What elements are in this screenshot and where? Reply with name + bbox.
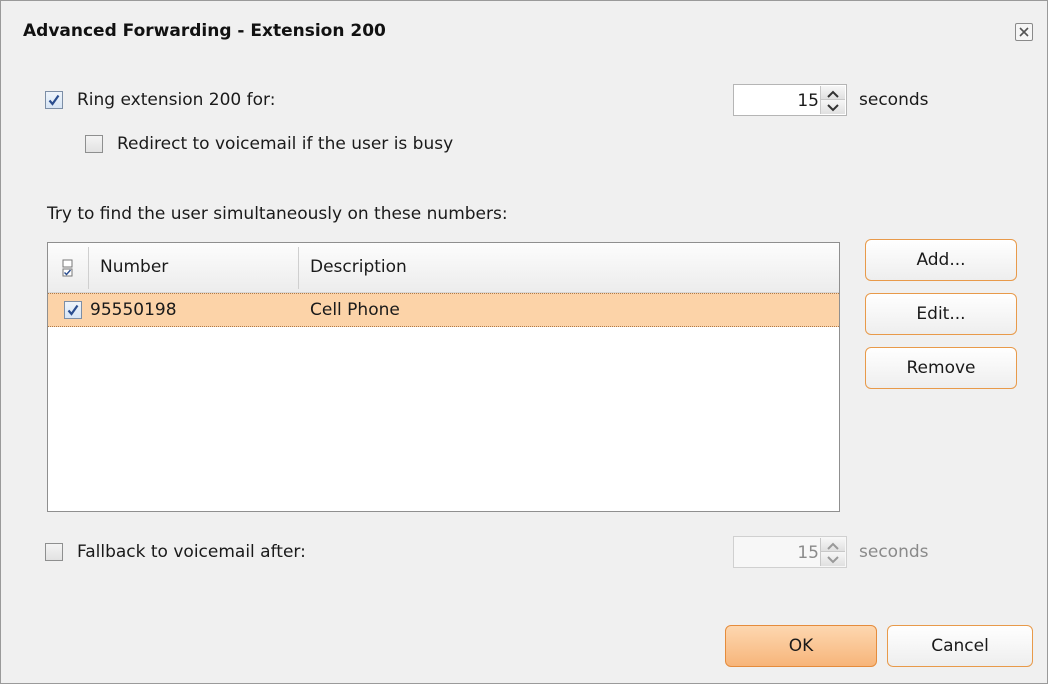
select-all-checkbox[interactable] [62,259,74,282]
redirect-busy-checkbox[interactable] [85,135,103,153]
column-header-description[interactable]: Description [310,257,407,277]
fallback-seconds-unit: seconds [859,542,929,562]
cancel-button[interactable]: Cancel [887,625,1033,667]
row-number: 95550198 [90,300,177,320]
fallback-seconds-stepper[interactable]: 15 [733,536,847,568]
row-description: Cell Phone [310,300,400,320]
checkmark-icon [48,94,60,106]
advanced-forwarding-dialog: Advanced Forwarding - Extension 200 Ring… [0,0,1048,684]
edit-button[interactable]: Edit... [865,293,1017,335]
close-icon [1019,27,1029,37]
fallback-seconds-value: 15 [797,543,819,563]
ring-seconds-decrement[interactable] [821,100,845,114]
table-header: Number Description [48,243,839,293]
ring-seconds-unit: seconds [859,90,929,110]
checkmark-icon [67,304,79,316]
simultaneous-heading: Try to find the user simultaneously on t… [47,204,508,224]
ring-seconds-value: 15 [797,91,819,111]
checkbox-column-icon [62,259,73,277]
close-button[interactable] [1015,23,1033,41]
table-row[interactable]: 95550198 Cell Phone [48,293,839,327]
ring-seconds-stepper[interactable]: 15 [733,84,847,116]
row-enabled-checkbox[interactable] [64,301,82,319]
redirect-busy-label: Redirect to voicemail if the user is bus… [117,134,454,154]
column-header-number[interactable]: Number [100,257,168,277]
add-button[interactable]: Add... [865,239,1017,281]
ring-extension-label: Ring extension 200 for: [77,90,276,110]
fallback-checkbox[interactable] [45,543,63,561]
chevron-up-icon [827,542,839,550]
chevron-up-icon [827,90,839,98]
numbers-table[interactable]: Number Description 95550198 Cell Phone [47,242,840,512]
ring-extension-checkbox[interactable] [45,91,63,109]
fallback-label: Fallback to voicemail after: [77,542,306,562]
ok-button[interactable]: OK [725,625,877,667]
ring-seconds-increment[interactable] [821,86,845,100]
chevron-down-icon [827,556,839,564]
chevron-down-icon [827,104,839,112]
fallback-seconds-increment[interactable] [821,538,845,552]
dialog-title: Advanced Forwarding - Extension 200 [23,21,386,41]
remove-button[interactable]: Remove [865,347,1017,389]
fallback-seconds-decrement[interactable] [821,552,845,566]
